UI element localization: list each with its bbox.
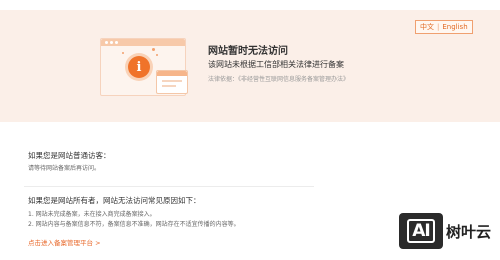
legal-basis-label: 法律依据： [208,76,239,83]
owner-reason: 2. 网站内容与备案信息不符，备案信息不准确，网站存在不适宜传播的内容等。 [28,221,240,228]
brand-logo-text: AI [407,219,435,243]
page-title: 网站暂时无法访问 [208,46,288,57]
legal-basis-link[interactable]: 《非经营性互联网信息服务备案管理办法》 [238,76,349,83]
owner-section: 如果您是网站所有者，网站无法访问常见原因如下： 1. 网站未完成备案，未在接入商… [28,195,240,230]
filing-portal-link[interactable]: 点击进入备案管理平台 > [28,237,101,247]
legal-basis: 法律依据：《非经营性互联网信息服务备案管理办法》 [208,74,349,83]
sparkle-dot [122,52,124,54]
page-subtitle: 该网站未根据工信部相关法律进行备案 [208,60,344,69]
owner-reason: 1. 网站未完成备案，未在接入商完成备案接入。 [28,211,156,218]
lang-english-link[interactable]: English [442,23,467,31]
sparkle-dot [156,54,158,56]
browser-illustration: i [94,24,200,100]
section-divider [24,186,314,187]
brand-name: 树叶云 [446,223,492,241]
lang-chinese-link[interactable]: 中文 [420,22,434,32]
info-icon: i [128,56,150,78]
lang-separator: | [437,23,440,31]
visitor-text: 请等待网站备案后再访问。 [28,165,101,172]
owner-title: 如果您是网站所有者，网站无法访问常见原因如下： [28,196,201,205]
sparkle-dot [152,48,155,51]
browser-window-front [156,70,188,94]
brand-logo: AI [399,213,443,249]
language-switch: 中文 | English [415,20,473,34]
visitor-section: 如果您是网站普通访客： 请等待网站备案后再访问。 [28,150,111,174]
visitor-title: 如果您是网站普通访客： [28,151,111,160]
